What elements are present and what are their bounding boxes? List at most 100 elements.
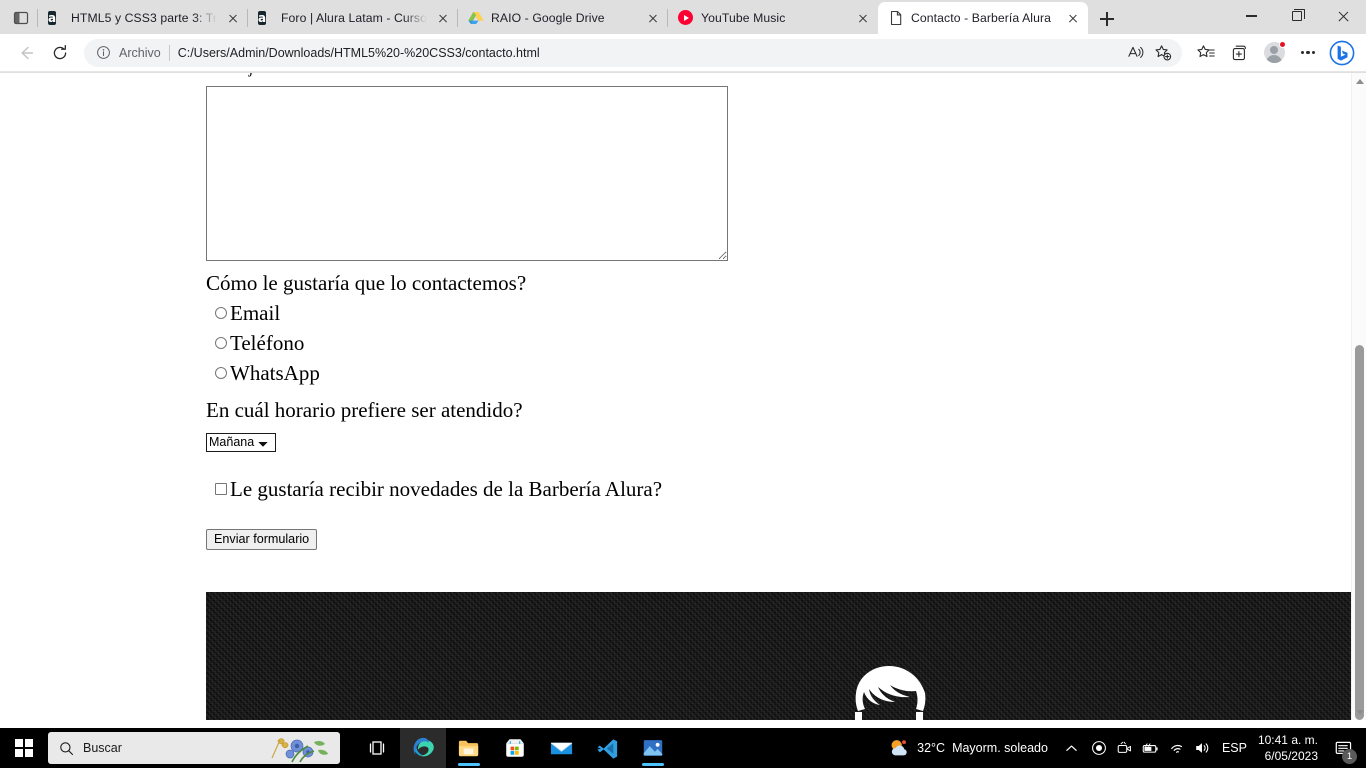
browser-tab[interactable]: a Foro | Alura Latam - Cursos o (247, 2, 458, 34)
browser-tab-active[interactable]: Contacto - Barbería Alura (878, 2, 1088, 34)
file-explorer-icon[interactable] (446, 728, 492, 768)
tab-title: HTML5 y CSS3 parte 3: Trabaj (71, 11, 217, 25)
radio-input-email[interactable] (215, 307, 227, 319)
scrollbar-thumb[interactable] (1355, 345, 1364, 720)
radio-input-whatsapp[interactable] (215, 367, 227, 379)
photos-icon[interactable] (630, 728, 676, 768)
tab-close-icon[interactable] (1064, 9, 1082, 27)
minimize-icon[interactable] (1228, 0, 1274, 32)
edge-icon[interactable] (400, 728, 446, 768)
tab-close-icon[interactable] (224, 9, 242, 27)
scheme-label: Archivo (119, 45, 161, 60)
info-circle-icon[interactable] (96, 45, 111, 60)
contact-method-question: Cómo le gustaría que lo contactemos? (206, 271, 527, 295)
clock-time: 10:41 a. m. (1257, 733, 1318, 747)
submit-button[interactable]: Enviar formulario (206, 529, 318, 550)
taskbar-clock[interactable]: 10:41 a. m. 6/05/2023 (1256, 732, 1326, 764)
favorites-icon[interactable] (1190, 37, 1222, 69)
tab-close-icon[interactable] (644, 9, 662, 27)
app-running-indicator (458, 763, 480, 766)
newsletter-label: Le gustaría recibir novedades de la Barb… (230, 477, 663, 501)
maximize-icon[interactable] (1274, 0, 1320, 32)
radio-option-whatsapp[interactable]: WhatsApp (206, 358, 1366, 388)
radio-label-telefono: Teléfono (230, 331, 305, 355)
weather-sun-cloud-icon (891, 740, 907, 756)
tab-title: YouTube Music (701, 11, 786, 25)
radio-option-email[interactable]: Email (206, 298, 1366, 328)
address-bar[interactable]: Archivo C:/Users/Admin/Downloads/HTML5%2… (84, 38, 1182, 67)
weather-widget[interactable]: 32°C Mayorm. soleado (878, 728, 1058, 768)
newsletter-checkbox[interactable] (215, 483, 227, 495)
recording-icon[interactable] (1086, 728, 1112, 768)
radio-label-email: Email (230, 301, 281, 325)
avatar-notification-dot (1279, 40, 1286, 48)
scroll-up-arrow-icon[interactable] (1352, 73, 1366, 89)
new-tab-plus-icon[interactable] (1092, 4, 1122, 34)
browser-window: a HTML5 y CSS3 parte 3: Trabaj a Foro | … (0, 0, 1366, 720)
youtube-music-favicon (678, 10, 694, 26)
tab-divider (37, 9, 38, 27)
bing-copilot-icon[interactable] (1326, 37, 1358, 69)
windows-taskbar: Buscar 32°C Mayorm. soleado ESP 10:41 a.… (0, 728, 1366, 768)
language-indicator[interactable]: ESP (1216, 741, 1256, 755)
search-placeholder: Buscar (83, 741, 122, 755)
windows-start-icon[interactable] (0, 728, 48, 768)
radio-input-telefono[interactable] (215, 337, 227, 349)
task-view-icon[interactable] (354, 728, 400, 768)
browser-tab[interactable]: a HTML5 y CSS3 parte 3: Trabaj (37, 2, 248, 34)
radio-option-telefono[interactable]: Teléfono (206, 328, 1366, 358)
tab-divider (247, 9, 248, 27)
app-running-indicator (642, 763, 664, 766)
page-scrollbar[interactable] (1351, 73, 1366, 720)
refresh-icon[interactable] (44, 37, 76, 69)
camera-icon[interactable] (1112, 728, 1138, 768)
scroll-down-arrow-icon[interactable] (1352, 704, 1366, 720)
alura-favicon: a (48, 11, 57, 25)
omnibox-divider (168, 44, 170, 61)
alura-favicon: a (258, 11, 267, 25)
tab-title: Contacto - Barbería Alura (911, 11, 1052, 25)
contact-form: Mensaje Cómo le gustaría que lo contacte… (0, 73, 1366, 720)
browser-tab[interactable]: YouTube Music (667, 2, 878, 34)
taskbar-search[interactable]: Buscar (48, 732, 340, 764)
vscode-icon[interactable] (584, 728, 630, 768)
tab-title: Foro | Alura Latam - Cursos o (281, 11, 427, 25)
radio-label-whatsapp: WhatsApp (230, 361, 320, 385)
add-favorite-icon[interactable] (1150, 41, 1176, 65)
tab-list-icon[interactable] (4, 2, 38, 34)
tab-title: RAIO - Google Drive (491, 11, 605, 25)
cut-off-field-label: Mensaje (206, 73, 1366, 83)
browser-tab[interactable]: RAIO - Google Drive (457, 2, 668, 34)
tab-close-icon[interactable] (854, 9, 872, 27)
collections-icon[interactable] (1224, 37, 1256, 69)
microsoft-store-icon[interactable] (492, 728, 538, 768)
tab-divider (667, 9, 668, 27)
notification-count: 1 (1342, 749, 1357, 764)
tab-divider (457, 9, 458, 27)
back-arrow-icon[interactable] (10, 37, 42, 69)
show-hidden-icons-icon[interactable] (1058, 728, 1086, 768)
window-controls (1228, 0, 1366, 32)
volume-icon[interactable] (1190, 728, 1216, 768)
page-favicon (888, 10, 904, 26)
wifi-icon[interactable] (1164, 728, 1190, 768)
search-decoration-image (271, 738, 328, 763)
close-icon[interactable] (1320, 0, 1366, 32)
url-text: C:/Users/Admin/Downloads/HTML5%20-%20CSS… (177, 45, 540, 60)
battery-icon[interactable] (1138, 728, 1164, 768)
notification-icon[interactable]: 1 (1326, 728, 1360, 768)
page-viewport: Mensaje Cómo le gustaría que lo contacte… (0, 73, 1366, 720)
taskbar-apps (354, 728, 676, 768)
schedule-select[interactable]: Mañana Tarde Noche (206, 433, 276, 452)
profile-avatar-icon[interactable] (1258, 37, 1290, 69)
mail-icon[interactable] (538, 728, 584, 768)
tab-close-icon[interactable] (434, 9, 452, 27)
system-tray: 32°C Mayorm. soleado ESP 10:41 a. m. 6/0… (878, 728, 1366, 768)
read-aloud-icon[interactable] (1122, 41, 1148, 65)
message-textarea[interactable] (206, 86, 728, 261)
newsletter-checkbox-row[interactable]: Le gustaría recibir novedades de la Barb… (206, 474, 1366, 504)
browser-toolbar: Archivo C:/Users/Admin/Downloads/HTML5%2… (0, 34, 1366, 72)
weather-temperature: 32°C (917, 741, 946, 755)
ellipsis-more-icon[interactable] (1292, 37, 1324, 69)
page-footer: ALURA (206, 592, 1366, 720)
